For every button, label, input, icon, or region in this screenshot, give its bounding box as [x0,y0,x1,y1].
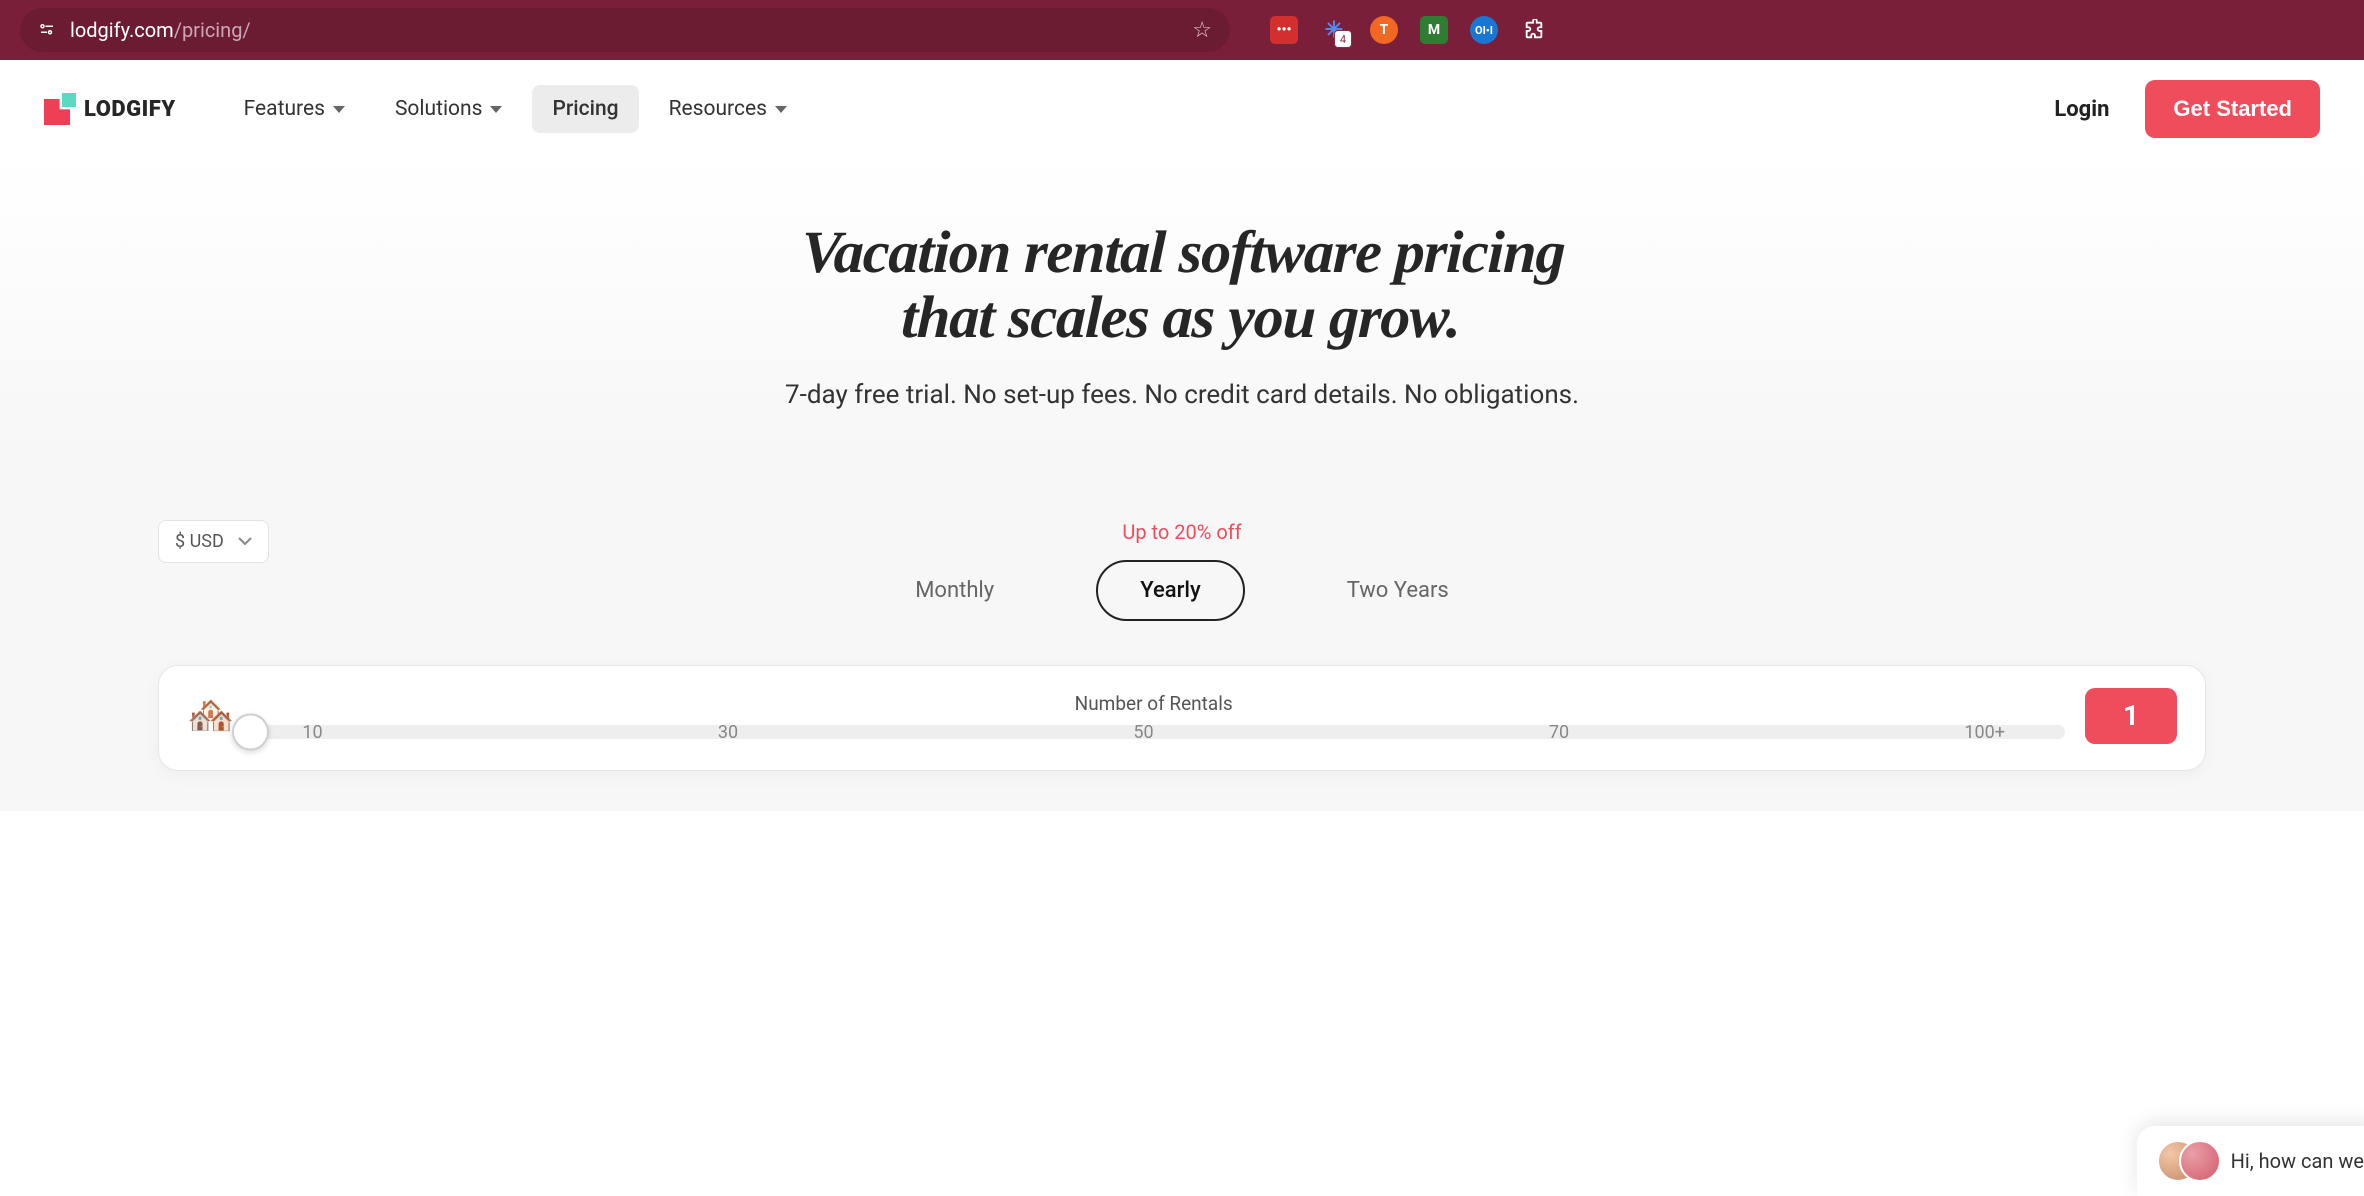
extension-badge: 4 [1334,30,1352,48]
slider-tick: 50 [1133,722,1153,742]
extension-lastpass-icon[interactable]: ••• [1270,16,1298,44]
billing-yearly[interactable]: Yearly [1096,560,1245,621]
extensions-menu-icon[interactable] [1520,16,1548,44]
promo-text: Up to 20% off [100,520,2264,544]
billing-toggle: Monthly Yearly Two Years [100,560,2264,621]
chat-widget[interactable]: Hi, how can we [2137,1126,2364,1196]
url-path: /pricing/ [174,18,251,42]
extension-loom-icon[interactable]: ✳ 4 [1320,16,1348,44]
chevron-down-icon [333,106,345,113]
slider-label: Number of Rentals [242,692,2065,715]
chevron-down-icon [490,106,502,113]
slider-tick: 10 [302,722,322,742]
slider-ticks: 10 30 50 70 100+ [242,722,2065,742]
bookmark-star-icon[interactable]: ☆ [1192,18,1212,43]
chat-greeting: Hi, how can we [2231,1149,2364,1173]
billing-two-years[interactable]: Two Years [1305,562,1491,619]
url-input-container[interactable]: lodgify.com/pricing/ ☆ [20,8,1230,52]
houses-icon: 🏘️ [187,694,222,738]
nav-label: Resources [669,97,767,121]
nav-label: Features [244,97,325,121]
pricing-section: $ USD Up to 20% off Monthly Yearly Two Y… [0,450,2364,811]
url-text: lodgify.com/pricing/ [70,18,251,42]
currency-label: $ USD [175,531,224,552]
site-settings-icon[interactable] [38,21,56,39]
logo[interactable]: LODGIFY [44,93,176,125]
slider-tick: 100+ [1964,722,2005,742]
url-domain: lodgify.com [70,18,174,42]
nav-resources[interactable]: Resources [649,85,807,133]
extension-t-icon[interactable]: T [1370,16,1398,44]
chevron-down-icon [775,106,787,113]
billing-monthly[interactable]: Monthly [873,562,1036,619]
nav-pricing[interactable]: Pricing [532,85,638,133]
browser-extensions: ••• ✳ 4 T M OI•I [1270,16,1548,44]
title-line2: that scales as you grow. [900,284,1461,350]
extension-otter-icon[interactable]: OI•I [1470,16,1498,44]
chat-avatar [2179,1140,2221,1182]
rental-count-display: 1 [2085,688,2177,744]
nav-solutions[interactable]: Solutions [375,85,523,133]
slider-tick: 30 [718,722,738,742]
site-header: LODGIFY Features Solutions Pricing Resou… [0,60,2364,158]
get-started-button[interactable]: Get Started [2145,80,2320,138]
rentals-slider-card: 🏘️ Number of Rentals 10 30 50 70 100+ 1 [158,665,2206,771]
login-link[interactable]: Login [2054,97,2109,122]
hero: Vacation rental software pricing that sc… [0,158,2364,450]
chevron-down-icon [238,536,252,546]
logo-mark-icon [44,93,76,125]
currency-select[interactable]: $ USD [158,520,269,563]
slider-tick: 70 [1549,722,1569,742]
slider-thumb[interactable] [232,714,269,751]
slider-track[interactable]: 10 30 50 70 100+ [242,725,2065,739]
logo-text: LODGIFY [84,97,176,122]
header-actions: Login Get Started [2054,80,2320,138]
browser-url-bar: lodgify.com/pricing/ ☆ ••• ✳ 4 T M OI•I [0,0,2364,60]
nav-features[interactable]: Features [224,85,365,133]
nav-label: Solutions [395,97,483,121]
main-nav: Features Solutions Pricing Resources [224,85,807,133]
extension-m-icon[interactable]: M [1420,16,1448,44]
page-title: Vacation rental software pricing that sc… [38,220,2327,350]
title-line1: Vacation rental software pricing [800,219,1565,285]
page-subtitle: 7-day free trial. No set-up fees. No cre… [40,380,2324,410]
slider-main: Number of Rentals 10 30 50 70 100+ [242,692,2065,739]
nav-label: Pricing [552,97,618,121]
